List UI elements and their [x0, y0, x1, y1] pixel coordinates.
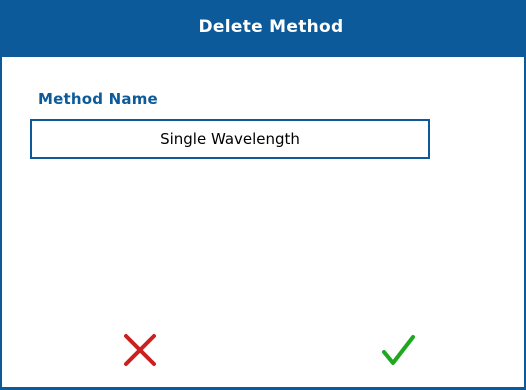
- confirm-button[interactable]: [370, 322, 426, 378]
- close-icon: [124, 334, 156, 366]
- dialog-title: Delete Method: [198, 16, 344, 37]
- checkmark-icon: [382, 335, 415, 365]
- delete-method-dialog: Delete Method Method Name Single Wavelen…: [0, 0, 526, 390]
- method-name-value: Single Wavelength: [160, 130, 300, 148]
- cancel-button[interactable]: [112, 322, 168, 378]
- method-name-field[interactable]: Single Wavelength: [30, 119, 430, 159]
- method-name-label: Method Name: [38, 90, 158, 108]
- title-bar: Delete Method: [0, 0, 526, 57]
